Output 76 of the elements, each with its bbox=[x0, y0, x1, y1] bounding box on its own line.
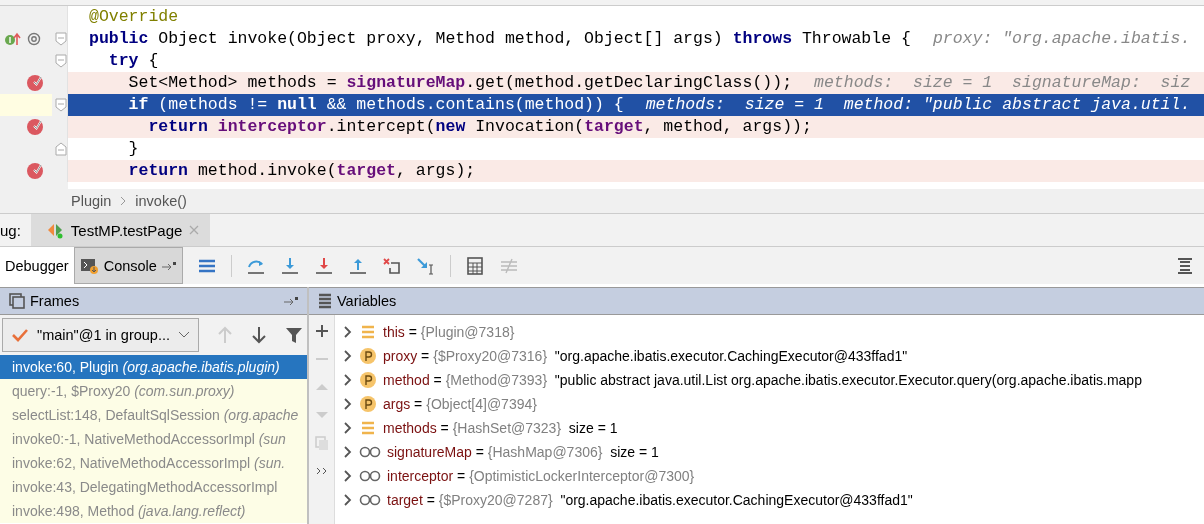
frames-icon bbox=[8, 292, 26, 310]
variable-entry[interactable]: methods = {HashSet@7323} size = 1 bbox=[383, 420, 618, 436]
parameter-icon bbox=[359, 371, 377, 389]
drop-frame-icon[interactable] bbox=[381, 256, 402, 275]
console-icon bbox=[79, 256, 100, 275]
variable-entry[interactable]: target = {$Proxy20@7287} "org.apache.ibatis.executor.CachingExecutor@433ffad1" bbox=[387, 492, 913, 508]
code-line: @Override bbox=[89, 7, 179, 26]
glasses-icon bbox=[359, 469, 381, 483]
expand-icon[interactable] bbox=[343, 374, 353, 386]
frame-item[interactable]: invoke0:-1, NativeMethodAccessorImpl (sun bbox=[0, 427, 307, 451]
code-line: return interceptor.intercept(new Invocation(target, method, args)); bbox=[147, 117, 812, 136]
fold-start-icon[interactable] bbox=[55, 54, 67, 68]
down-arrow-icon[interactable] bbox=[251, 326, 268, 344]
debug-run-icon bbox=[46, 221, 65, 239]
code-line: Set<Method> methods = signatureMap.get(method.getDeclaringClass()); bbox=[127, 73, 793, 92]
glasses-icon bbox=[359, 493, 381, 507]
expand-icon[interactable] bbox=[343, 326, 353, 338]
fold-start-icon[interactable] bbox=[55, 98, 67, 112]
force-step-into-icon[interactable] bbox=[313, 256, 334, 275]
chevron-icon bbox=[119, 196, 128, 206]
panel-title: Variables bbox=[337, 293, 397, 309]
code-line: public Object invoke(Object proxy, Method method, Object[] args) throws Throwable { bbox=[89, 29, 911, 48]
step-into-icon[interactable] bbox=[279, 256, 300, 275]
variable-entry[interactable]: args = {Object[4]@7394} bbox=[383, 396, 537, 412]
debug-session-tab[interactable]: TestMP.testPage bbox=[30, 214, 211, 246]
variable-entry[interactable]: interceptor = {OptimisticLockerInterceptor@7300} bbox=[387, 468, 695, 484]
expand-icon[interactable] bbox=[343, 350, 353, 362]
run-to-cursor-icon[interactable] bbox=[415, 256, 436, 275]
parameter-icon bbox=[359, 395, 377, 413]
layout-icon[interactable] bbox=[1176, 256, 1194, 275]
breadcrumb-item[interactable]: invoke() bbox=[135, 193, 187, 209]
debugger-tab[interactable]: Debugger bbox=[0, 247, 74, 284]
variable-entry[interactable]: this = {Plugin@7318} bbox=[383, 324, 515, 340]
frame-item[interactable]: selectList:148, DefaultSqlSession (org.apache bbox=[0, 403, 307, 427]
expand-icon[interactable] bbox=[343, 398, 353, 410]
code-line: return method.invoke(target, args); bbox=[127, 161, 476, 180]
code-line: } bbox=[127, 139, 139, 158]
field-icon bbox=[359, 324, 377, 340]
pin-icon[interactable] bbox=[160, 260, 177, 271]
console-tab[interactable]: Console bbox=[73, 247, 183, 284]
variable-entry[interactable]: method = {Method@7393} "public abstract java.util.List org.apache.ibatis.executor.Executor.query(org.apache.ibatis.mapp bbox=[383, 372, 1142, 388]
tab-label: TestMP.testPage bbox=[70, 221, 183, 239]
step-out-icon[interactable] bbox=[347, 256, 368, 275]
frame-item[interactable]: invoke:60, Plugin (org.apache.ibatis.plugin) bbox=[0, 355, 307, 379]
field-icon bbox=[359, 420, 377, 436]
frame-item[interactable]: query:-1, $Proxy20 (com.sun.proxy) bbox=[0, 379, 307, 403]
expand-icon[interactable] bbox=[343, 422, 353, 434]
variable-entry[interactable]: signatureMap = {HashMap@7306} size = 1 bbox=[387, 444, 659, 460]
calculator-icon[interactable] bbox=[464, 256, 485, 275]
pin-icon[interactable] bbox=[283, 296, 299, 306]
filter-icon[interactable] bbox=[285, 326, 304, 344]
breadcrumb-item[interactable]: Plugin bbox=[71, 193, 112, 209]
expand-icon[interactable] bbox=[343, 446, 353, 458]
panel-title: Frames bbox=[30, 293, 80, 309]
inline-value-hint: methods: size = 1 method: "public abstract java.util. bbox=[645, 95, 1191, 114]
expand-icon[interactable] bbox=[343, 494, 353, 506]
inline-value-hint: methods: size = 1 signatureMap: siz bbox=[814, 73, 1191, 92]
breakpoint-icon[interactable] bbox=[26, 118, 44, 136]
code-line: try { bbox=[107, 51, 159, 70]
code-line: if (methods != null && methods.contains(method)) { bbox=[127, 95, 624, 114]
expand-icon[interactable] bbox=[343, 470, 353, 482]
breakpoint-icon[interactable] bbox=[26, 162, 44, 180]
glasses-icon bbox=[359, 445, 381, 459]
fold-start-icon[interactable] bbox=[55, 32, 67, 46]
add-icon[interactable] bbox=[313, 323, 330, 339]
parameter-icon bbox=[359, 347, 377, 365]
thread-dropdown[interactable]: "main"@1 in group... bbox=[2, 318, 200, 352]
variables-icon bbox=[317, 292, 333, 310]
implements-icon[interactable] bbox=[5, 32, 21, 46]
inline-value-hint: proxy: "org.apache.ibatis. bbox=[932, 29, 1191, 48]
breakpoint-icon[interactable] bbox=[26, 74, 44, 92]
caret-icon bbox=[178, 331, 191, 339]
debug-label: ug: bbox=[0, 221, 22, 239]
variable-entry[interactable]: proxy = {$Proxy20@7316} "org.apache.ibatis.executor.CachingExecutor@433ffad1" bbox=[383, 348, 908, 364]
annotation-icon[interactable] bbox=[27, 32, 41, 46]
check-icon bbox=[11, 328, 29, 342]
